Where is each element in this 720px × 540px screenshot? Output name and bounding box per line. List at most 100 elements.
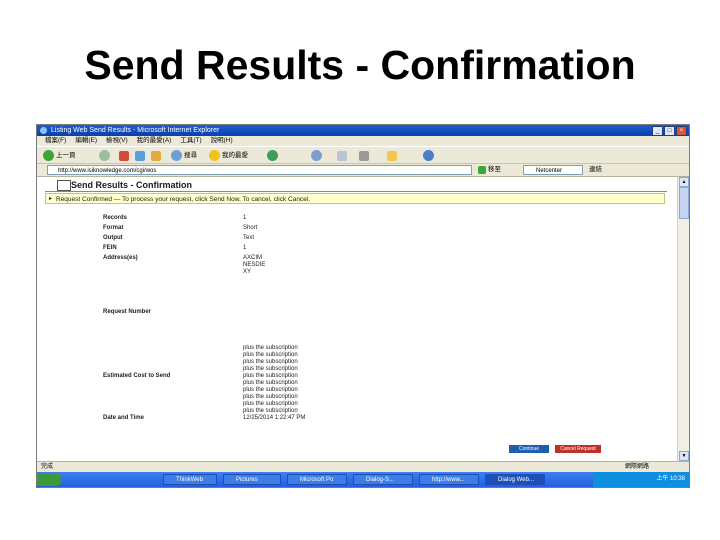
menu-bar: 檔案(F) 編輯(E) 檢視(V) 我的最愛(A) 工具(T) 說明(H) xyxy=(37,136,689,146)
records-label: Records xyxy=(103,215,128,221)
forward-button[interactable] xyxy=(99,149,110,162)
go-arrow-icon xyxy=(478,166,486,174)
date-time-label: Date and Time xyxy=(103,415,144,421)
window-title: Listing Web Send Results - Microsoft Int… xyxy=(51,127,220,134)
address-label: Address(es) xyxy=(103,255,138,261)
links-button[interactable]: 連結 xyxy=(589,165,602,175)
maximize-button[interactable]: □ xyxy=(664,126,675,136)
menu-favorites[interactable]: 我的最愛(A) xyxy=(137,136,172,146)
estimated-cost-label: Estimated Cost to Send xyxy=(103,373,171,379)
taskbar-item[interactable]: Pictures xyxy=(223,474,281,485)
close-button[interactable]: × xyxy=(676,126,687,136)
home-icon xyxy=(151,150,161,161)
browser-toolbar: 上一頁 搜尋 我的最愛 xyxy=(37,146,689,164)
system-tray: 上午 10:38 xyxy=(593,472,689,487)
arrow-right-icon: ▸ xyxy=(49,196,53,202)
output-label: Output xyxy=(103,235,123,241)
print-icon xyxy=(359,150,369,161)
favorites-star-icon xyxy=(209,150,220,161)
format-label: Format xyxy=(103,225,124,231)
cost-line: plus the subscription xyxy=(243,380,298,386)
print-button[interactable] xyxy=(359,149,369,162)
vertical-scrollbar[interactable]: ▲ ▼ xyxy=(677,177,689,461)
cancel-request-button[interactable]: Cancel Request xyxy=(555,445,601,453)
search-icon xyxy=(171,150,182,161)
cost-line: plus the subscription xyxy=(243,408,298,414)
slide-title: Send Results - Confirmation xyxy=(84,42,636,88)
window-titlebar: Listing Web Send Results - Microsoft Int… xyxy=(37,125,689,136)
cost-line: plus the subscription xyxy=(243,373,298,379)
menu-file[interactable]: 檔案(F) xyxy=(45,136,66,146)
messenger-button[interactable] xyxy=(423,149,434,162)
go-button[interactable]: 移至 xyxy=(478,165,501,175)
cost-line: plus the subscription xyxy=(243,345,298,351)
refresh-button[interactable] xyxy=(135,149,145,162)
cost-line: plus the subscription xyxy=(243,401,298,407)
back-arrow-icon xyxy=(43,150,54,161)
minimize-button[interactable]: _ xyxy=(652,126,663,136)
cost-line: plus the subscription xyxy=(243,352,298,358)
address-input[interactable]: http://www.isiknowledge.com/cgi/wos xyxy=(47,165,472,175)
browser-screenshot: Listing Web Send Results - Microsoft Int… xyxy=(36,124,690,488)
fein-label: FEIN xyxy=(103,245,117,251)
taskbar-item-active[interactable]: Dialog Web... xyxy=(485,474,545,485)
forward-arrow-icon xyxy=(99,150,110,161)
favorites-button[interactable]: 我的最愛 xyxy=(209,149,248,162)
menu-help[interactable]: 說明(H) xyxy=(211,136,233,146)
search-label: 搜尋 xyxy=(184,152,197,159)
ie-logo-icon xyxy=(40,127,47,134)
cost-line: plus the subscription xyxy=(243,387,298,393)
records-value: 1 xyxy=(243,215,247,221)
media-button[interactable] xyxy=(267,149,278,162)
refresh-icon xyxy=(135,150,145,161)
windows-taskbar: ThinkWeb Pictures Microsoft Po Dialog-S.… xyxy=(37,472,689,487)
page-content: Send Results - Confirmation ▸ Request Co… xyxy=(37,177,677,461)
history-button[interactable] xyxy=(311,149,322,162)
media-icon xyxy=(267,150,278,161)
taskbar-item[interactable]: Microsoft Po xyxy=(287,474,347,485)
continue-button[interactable]: Continue xyxy=(509,445,549,453)
cost-line: plus the subscription xyxy=(243,394,298,400)
stop-button[interactable] xyxy=(119,149,129,162)
request-number-label: Request Number xyxy=(103,309,152,315)
links-label: 連結 xyxy=(589,166,602,173)
format-value: Short xyxy=(243,225,258,231)
favorites-label: 我的最愛 xyxy=(222,152,248,159)
send-results-icon xyxy=(57,180,71,191)
messenger-icon xyxy=(423,150,434,161)
date-time-value: 12/25/2014 1:22:47 PM xyxy=(243,415,306,421)
address-value-2: NESDIE xyxy=(243,262,266,268)
folder-button[interactable] xyxy=(387,149,397,162)
taskbar-item[interactable]: ThinkWeb xyxy=(163,474,217,485)
back-label: 上一頁 xyxy=(56,152,76,159)
address-value-3: XY xyxy=(243,269,252,275)
scroll-up-icon[interactable]: ▲ xyxy=(679,177,689,187)
page-heading: Send Results - Confirmation xyxy=(71,180,193,190)
back-button[interactable]: 上一頁 xyxy=(43,149,76,162)
banner-text: Request Confirmed — To process your requ… xyxy=(56,196,311,203)
start-button[interactable] xyxy=(37,473,61,486)
address-value-1: AXCIM xyxy=(243,255,263,261)
cost-line: plus the subscription xyxy=(243,366,298,372)
cost-line: plus the subscription xyxy=(243,359,298,365)
menu-edit[interactable]: 編輯(E) xyxy=(75,136,97,146)
taskbar-item[interactable]: http://www... xyxy=(419,474,479,485)
output-value: Text xyxy=(243,235,255,241)
fein-value: 1 xyxy=(243,245,247,251)
mail-button[interactable] xyxy=(337,149,347,162)
netcenter-search-input[interactable]: Netcenter xyxy=(523,165,583,175)
scroll-thumb[interactable] xyxy=(679,187,689,219)
search-button[interactable]: 搜尋 xyxy=(171,149,197,162)
menu-view[interactable]: 檢視(V) xyxy=(106,136,128,146)
address-bar: http://www.isiknowledge.com/cgi/wos 移至 N… xyxy=(37,164,689,177)
scroll-down-icon[interactable]: ▼ xyxy=(679,451,689,461)
heading-divider xyxy=(45,191,667,192)
home-button[interactable] xyxy=(151,149,161,162)
mail-icon xyxy=(337,150,347,161)
history-icon xyxy=(311,150,322,161)
taskbar-item[interactable]: Dialog-S... xyxy=(353,474,413,485)
folder-icon xyxy=(387,150,397,161)
menu-tools[interactable]: 工具(T) xyxy=(180,136,201,146)
go-label: 移至 xyxy=(488,166,501,173)
confirmation-banner: ▸ Request Confirmed — To process your re… xyxy=(45,193,665,204)
